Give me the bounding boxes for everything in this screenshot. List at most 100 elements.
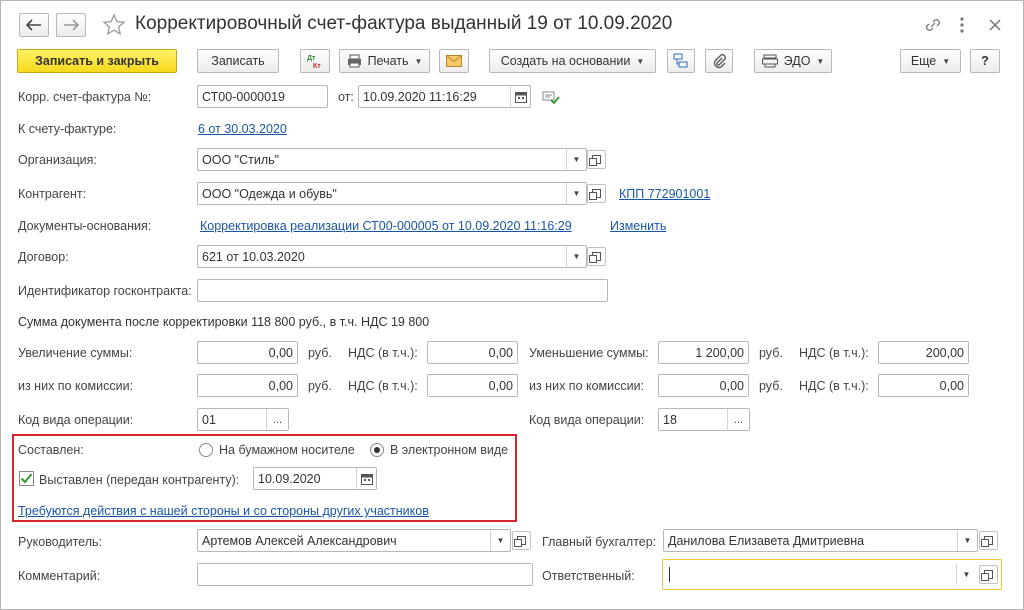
paper-radio-label[interactable]: На бумажном носителе bbox=[219, 442, 355, 458]
help-button[interactable]: ? bbox=[970, 49, 1000, 73]
back-button[interactable] bbox=[19, 13, 49, 37]
dec-commission-field[interactable]: 0,00 bbox=[658, 374, 749, 397]
head-label: Руководитель: bbox=[18, 535, 103, 549]
sum-summary: Сумма документа после корректировки 118 … bbox=[18, 315, 430, 329]
decrease-amount-value: 1 200,00 bbox=[695, 345, 744, 360]
corr-invoice-number-field[interactable]: СТ00-0000019 bbox=[197, 85, 328, 108]
responsible-open-button[interactable] bbox=[979, 565, 998, 584]
comment-field[interactable] bbox=[197, 563, 533, 586]
chevron-down-icon[interactable]: ▼ bbox=[490, 530, 510, 551]
dec-commission-value: 0,00 bbox=[719, 378, 744, 393]
head-field[interactable]: Артемов Алексей Александрович ▼ bbox=[197, 529, 511, 552]
decrease-rub-label: руб. bbox=[759, 346, 783, 360]
chief-accountant-value: Данилова Елизавета Дмитриевна bbox=[668, 533, 865, 548]
ellipsis-icon[interactable]: ... bbox=[266, 409, 288, 430]
inc-commission-vat-field[interactable]: 0,00 bbox=[427, 374, 518, 397]
decrease-vat-value: 200,00 bbox=[925, 345, 964, 360]
status-check-icon[interactable] bbox=[542, 90, 560, 105]
responsible-label: Ответственный: bbox=[542, 569, 635, 583]
save-and-close-button[interactable]: Записать и закрыть bbox=[17, 49, 177, 73]
edo-button[interactable]: ЭДО ▼ bbox=[754, 49, 832, 73]
document-window: Корректировочный счет-фактура выданный 1… bbox=[0, 0, 1024, 610]
contractor-open-button[interactable] bbox=[587, 184, 606, 203]
link-icon[interactable] bbox=[923, 15, 943, 35]
decrease-amount-field[interactable]: 1 200,00 bbox=[658, 341, 749, 364]
gov-contract-field[interactable] bbox=[197, 279, 608, 302]
decrease-vat-label: НДС (в т.ч.): bbox=[799, 346, 869, 360]
arrow-left-icon bbox=[26, 19, 41, 31]
structure-button[interactable] bbox=[667, 49, 695, 73]
paper-radio[interactable] bbox=[199, 443, 213, 457]
actions-required-link[interactable]: Требуются действия с нашей стороны и со … bbox=[18, 503, 429, 519]
electronic-radio-label[interactable]: В электронном виде bbox=[390, 442, 508, 458]
responsible-field[interactable]: ▼ bbox=[662, 559, 1002, 590]
chief-accountant-open-button[interactable] bbox=[979, 531, 998, 550]
organization-field[interactable]: ООО "Стиль" ▼ bbox=[197, 148, 587, 171]
contract-open-button[interactable] bbox=[587, 247, 606, 266]
dec-commission-vat-field[interactable]: 0,00 bbox=[878, 374, 969, 397]
chevron-down-icon: ▼ bbox=[414, 56, 423, 66]
inc-commission-field[interactable]: 0,00 bbox=[197, 374, 298, 397]
chevron-down-icon[interactable]: ▼ bbox=[566, 149, 586, 170]
chief-accountant-field[interactable]: Данилова Елизавета Дмитриевна ▼ bbox=[663, 529, 978, 552]
more-vertical-icon[interactable] bbox=[956, 15, 968, 35]
open-window-icon bbox=[589, 155, 601, 166]
inc-commission-rub-label: руб. bbox=[308, 379, 332, 393]
contractor-label: Контрагент: bbox=[18, 187, 87, 201]
op-code-right-field[interactable]: 18 ... bbox=[658, 408, 750, 431]
printer-icon bbox=[347, 54, 361, 68]
documents-link[interactable]: Корректировка реализации СТ00-000005 от … bbox=[200, 218, 572, 234]
chevron-down-icon[interactable]: ▼ bbox=[566, 183, 586, 204]
documents-change-link[interactable]: Изменить bbox=[610, 218, 666, 234]
op-code-left-field[interactable]: 01 ... bbox=[197, 408, 289, 431]
contractor-field[interactable]: ООО "Одежда и обувь" ▼ bbox=[197, 182, 587, 205]
envelope-icon bbox=[446, 55, 462, 67]
arrow-right-icon bbox=[64, 19, 79, 31]
email-button[interactable] bbox=[439, 49, 469, 73]
dt-kt-button[interactable]: Дт Кт bbox=[300, 49, 330, 73]
calendar-icon[interactable] bbox=[356, 468, 376, 489]
ellipsis-icon[interactable]: ... bbox=[727, 409, 749, 430]
kpp-link[interactable]: КПП 772901001 bbox=[619, 186, 710, 202]
issued-checkbox[interactable] bbox=[19, 471, 34, 486]
organization-open-button[interactable] bbox=[587, 150, 606, 169]
corr-invoice-label: Корр. счет-фактура №: bbox=[18, 90, 152, 104]
gov-contract-label: Идентификатор госконтракта: bbox=[18, 284, 192, 298]
op-code-right-value: 18 bbox=[663, 412, 677, 427]
increase-amount-value: 0,00 bbox=[268, 345, 293, 360]
dec-commission-label: из них по комиссии: bbox=[529, 379, 645, 393]
print-button[interactable]: Печать ▼ bbox=[339, 49, 430, 73]
checkmark-icon bbox=[20, 473, 33, 484]
increase-vat-value: 0,00 bbox=[488, 345, 513, 360]
favorite-star-icon[interactable] bbox=[102, 13, 126, 37]
from-date-field[interactable]: 10.09.2020 11:16:29 bbox=[358, 85, 531, 108]
from-date-value: 10.09.2020 11:16:29 bbox=[363, 89, 477, 104]
contract-label: Договор: bbox=[18, 250, 69, 264]
inc-commission-vat-label: НДС (в т.ч.): bbox=[348, 379, 418, 393]
save-button[interactable]: Записать bbox=[197, 49, 279, 73]
chevron-down-icon[interactable]: ▼ bbox=[956, 564, 976, 585]
attachments-button[interactable] bbox=[705, 49, 733, 73]
to-invoice-link[interactable]: 6 от 30.03.2020 bbox=[198, 121, 287, 137]
documents-label: Документы-основания: bbox=[18, 219, 152, 233]
create-based-on-button[interactable]: Создать на основании ▼ bbox=[489, 49, 656, 73]
increase-amount-field[interactable]: 0,00 bbox=[197, 341, 298, 364]
dt-kt-icon: Дт Кт bbox=[307, 55, 321, 70]
chevron-down-icon[interactable]: ▼ bbox=[566, 246, 586, 267]
responsible-value bbox=[669, 567, 956, 582]
decrease-vat-field[interactable]: 200,00 bbox=[878, 341, 969, 364]
increase-vat-field[interactable]: 0,00 bbox=[427, 341, 518, 364]
issued-date-field[interactable]: 10.09.2020 bbox=[253, 467, 377, 490]
more-button[interactable]: Еще ▼ bbox=[900, 49, 961, 73]
chevron-down-icon[interactable]: ▼ bbox=[957, 530, 977, 551]
electronic-radio[interactable] bbox=[370, 443, 384, 457]
forward-button[interactable] bbox=[56, 13, 86, 37]
head-value: Артемов Алексей Александрович bbox=[202, 533, 397, 548]
close-icon[interactable] bbox=[985, 15, 1005, 35]
head-open-button[interactable] bbox=[512, 531, 531, 550]
svg-text:Кт: Кт bbox=[313, 63, 321, 70]
inc-commission-label: из них по комиссии: bbox=[18, 379, 134, 393]
calendar-icon[interactable] bbox=[510, 86, 530, 107]
contract-field[interactable]: 621 от 10.03.2020 ▼ bbox=[197, 245, 587, 268]
dec-commission-vat-value: 0,00 bbox=[939, 378, 964, 393]
